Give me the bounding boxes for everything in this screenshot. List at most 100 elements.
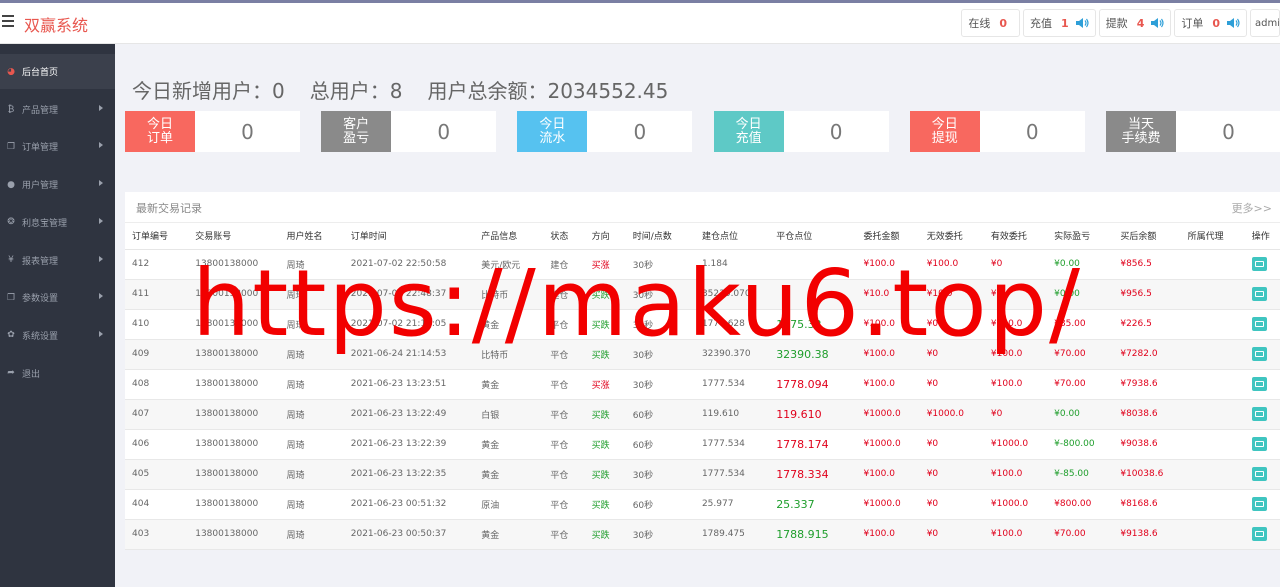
header-stat-2[interactable]: 提款 4 [1098,9,1172,37]
cell-name: 周琦 [279,519,344,550]
cell-id: 409 [125,339,189,370]
sidebar-item-7[interactable]: ✿ 系统设置 [0,318,115,353]
detail-button[interactable] [1251,437,1267,451]
header-stat-count: 1 [1061,16,1069,30]
column-header: 有效委托 [983,223,1048,250]
cell-valid: ¥0 [983,399,1048,430]
cell-id: 408 [125,369,189,400]
speaker-icon [1075,17,1089,29]
user-icon: ● [7,179,15,190]
cell-balance: ¥8038.6 [1113,399,1181,430]
stat-card-label-line2: 流水 [539,130,566,146]
stat-card-value: 0 [633,119,647,144]
detail-button[interactable] [1251,287,1267,301]
cell-invalid: ¥10.0 [919,279,984,310]
column-header: 无效委托 [919,223,984,250]
cell-name: 周琦 [279,459,344,490]
column-header: 交易账号 [188,223,280,250]
header-stat-count: 0 [999,16,1008,30]
column-header: 委托金额 [856,223,920,250]
stat-card-label-line1: 今日 [931,116,958,132]
sidebar-item-1[interactable]: ₿ 产品管理 [0,92,115,127]
card-icon [1254,501,1264,507]
detail-button[interactable] [1251,407,1267,421]
cell-open: 1.184 [694,249,770,280]
sidebar-item-4[interactable]: ❂ 利息宝管理 [0,205,115,240]
cell-name: 周琦 [279,249,344,280]
detail-button[interactable] [1251,527,1267,541]
cell-status: 建仓 [543,279,585,310]
detail-button[interactable] [1251,347,1267,361]
card-icon [1254,381,1264,387]
menu-toggle-icon[interactable] [2,15,14,27]
header-stat-count: 0 [1212,16,1220,30]
cell-direction: 买涨 [584,369,626,400]
header-stat-1[interactable]: 充值 1 [1023,9,1096,37]
sidebar-item-label: 后台首页 [22,68,59,78]
stat-card-label-line1: 当天 [1127,116,1154,132]
table-row: 404 13800138000 周琦 2021-06-23 00:51:32 原油 平仓买… [125,489,1280,520]
cell-name: 周琦 [279,369,344,400]
stat-card-value: 0 [829,119,843,144]
cell-valid: ¥1000.0 [983,489,1048,520]
detail-button[interactable] [1251,317,1267,331]
cell-agent [1180,369,1245,400]
cell-close: 1778.174 [769,429,857,460]
cell-name: 周琦 [279,429,344,460]
total-balance-text: 用户总余额：2034552.45 [427,79,669,103]
sidebar-item-6[interactable]: ❐ 参数设置 [0,280,115,315]
cell-action [1244,249,1280,280]
dashboard-icon: ◕ [7,66,15,77]
sidebar-item-3[interactable]: ● 用户管理 [0,167,115,202]
cell-balance: ¥956.5 [1113,279,1181,310]
detail-button[interactable] [1251,257,1267,271]
cell-amount: ¥1000.0 [856,489,920,520]
total-users-text: 总用户：8 [309,79,403,103]
header-stat-0[interactable]: 在线 0 [961,9,1021,37]
cell-time: 2021-07-02 22:50:58 [343,249,475,280]
cell-product: 美元/欧元 [474,249,544,280]
sidebar-item-5[interactable]: ¥ 报表管理 [0,243,115,278]
admin-user[interactable]: admin [1250,9,1280,37]
cell-agent [1180,279,1245,310]
cell-direction: 买跌 [584,399,626,430]
cell-action [1244,429,1280,460]
cell-account: 13800138000 [188,369,280,400]
sidebar-item-0[interactable]: ◕ 后台首页 [0,54,115,89]
cell-action [1244,519,1280,550]
cell-direction: 买跌 [584,519,626,550]
cell-time: 2021-06-23 00:51:32 [343,489,475,520]
column-header: 实际盈亏 [1047,223,1114,250]
speaker-icon [1226,17,1240,29]
cell-invalid: ¥0 [919,459,984,490]
stat-card-0: 今日 订单 0 [125,111,300,152]
sign-out-icon: ➦ [7,368,15,379]
cell-period: 30秒 [625,369,695,400]
cell-time: 2021-06-23 00:50:37 [343,519,475,550]
cell-balance: ¥7282.0 [1113,339,1181,370]
chevron-right-icon [99,217,103,224]
header-stat-3[interactable]: 订单 0 [1174,9,1247,37]
cell-account: 13800138000 [188,339,280,370]
column-header: 用户姓名 [279,223,344,250]
more-link[interactable]: 更多>> [1232,200,1272,216]
stat-card-label-line1: 今日 [735,116,762,132]
cell-close: 32390.38 [769,339,857,370]
cell-period: 60秒 [625,429,695,460]
detail-button[interactable] [1251,377,1267,391]
sidebar-item-2[interactable]: ❐ 订单管理 [0,129,115,164]
stat-card-label-line2: 提现 [931,130,958,146]
detail-button[interactable] [1251,467,1267,481]
cell-period: 60秒 [625,489,695,520]
cell-invalid: ¥0 [919,519,984,550]
new-users-text: 今日新增用户：0 [132,79,285,103]
cell-action [1244,339,1280,370]
cell-status: 平仓 [543,399,585,430]
sidebar-item-label: 参数设置 [22,294,59,305]
cell-account: 13800138000 [188,309,280,340]
sidebar-item-8[interactable]: ➦ 退出 [0,356,115,391]
cell-id: 404 [125,489,189,520]
top-bar: 双赢系统 在线 0 充值 1 提款 4 订单 0 admin [0,3,1280,44]
cell-balance: ¥10038.6 [1113,459,1181,490]
detail-button[interactable] [1251,497,1267,511]
